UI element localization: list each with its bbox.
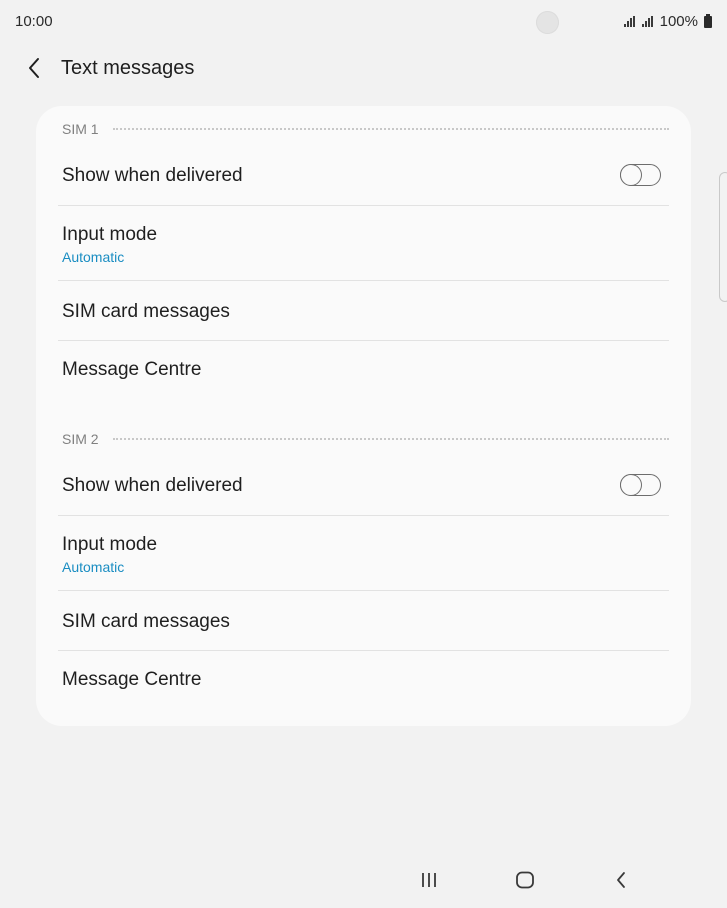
section-divider: [112, 438, 669, 440]
status-indicators: 100%: [623, 13, 712, 30]
input-mode-value: Automatic: [62, 559, 125, 575]
toggle-knob: [619, 473, 642, 496]
sim-card-messages-row-sim1[interactable]: SIM card messages: [58, 281, 669, 341]
row-label: Message Centre: [62, 359, 202, 380]
settings-card: SIM 1 Show when delivered Input mode Aut…: [36, 106, 691, 726]
back-button[interactable]: [18, 52, 50, 84]
message-centre-row-sim2[interactable]: Message Centre: [58, 651, 669, 709]
section-divider: [112, 128, 669, 130]
row-label: Message Centre: [62, 669, 202, 690]
input-mode-value: Automatic: [62, 249, 125, 265]
nav-back-button[interactable]: [603, 866, 639, 894]
section-label: SIM 2: [62, 431, 99, 447]
row-label: Input mode: [62, 224, 158, 245]
status-bar: 10:00 100%: [0, 0, 727, 44]
signal-sim2-icon: [641, 16, 653, 27]
recent-apps-icon: [422, 873, 436, 887]
message-centre-row-sim1[interactable]: Message Centre: [58, 341, 669, 399]
input-mode-row-sim1[interactable]: Input mode Automatic: [58, 206, 669, 281]
home-icon: [516, 871, 534, 889]
row-label: SIM card messages: [62, 611, 230, 632]
chevron-left-icon: [29, 58, 39, 78]
row-label: Input mode: [62, 534, 158, 555]
app-header: Text messages: [0, 44, 727, 92]
sim-card-messages-row-sim2[interactable]: SIM card messages: [58, 591, 669, 651]
signal-sim1-icon: [623, 16, 635, 27]
row-label: Show when delivered: [62, 475, 243, 496]
show-when-delivered-toggle-sim2[interactable]: [619, 473, 661, 496]
battery-icon: [704, 13, 712, 28]
edge-panel-handle[interactable]: [719, 172, 727, 302]
section-label: SIM 1: [62, 121, 99, 137]
back-icon: [617, 872, 625, 888]
section-header-sim2: SIM 2: [62, 429, 669, 449]
show-when-delivered-toggle-sim1[interactable]: [619, 163, 661, 186]
home-button[interactable]: [507, 866, 543, 894]
input-mode-row-sim2[interactable]: Input mode Automatic: [58, 516, 669, 591]
toggle-knob: [619, 163, 642, 186]
recent-apps-button[interactable]: [411, 866, 447, 894]
row-label: Show when delivered: [62, 165, 243, 186]
camera-cutout: [536, 11, 559, 34]
screen: 10:00 100% Text messages SIM 1 Show when…: [0, 0, 727, 908]
battery-percentage: 100%: [659, 13, 698, 30]
page-title: Text messages: [61, 57, 195, 79]
section-header-sim1: SIM 1: [62, 119, 669, 139]
status-time: 10:00: [15, 13, 53, 30]
navigation-bar: [0, 852, 727, 908]
show-when-delivered-row-sim2[interactable]: Show when delivered: [58, 455, 669, 516]
row-label: SIM card messages: [62, 301, 230, 322]
show-when-delivered-row-sim1[interactable]: Show when delivered: [58, 145, 669, 206]
